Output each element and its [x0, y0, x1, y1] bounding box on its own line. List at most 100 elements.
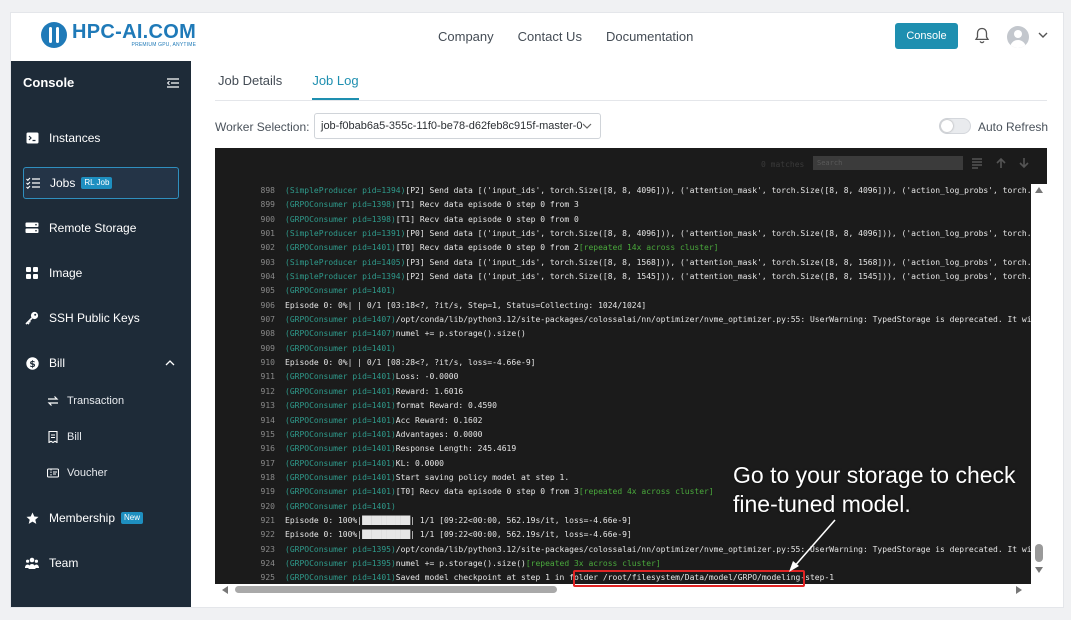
sidebar-item-image[interactable]: Image — [23, 258, 179, 288]
sidebar-item-ssh-public-keys[interactable]: SSH Public Keys — [23, 303, 179, 333]
log-line-number: 920 — [260, 501, 275, 511]
sidebar-item-instances[interactable]: Instances — [23, 123, 179, 153]
log-line-text: Episode 0: 0%| | 0/1 [08:28<?, ?it/s, lo… — [285, 358, 536, 368]
log-search-input[interactable]: Search — [813, 156, 963, 170]
log-line-prefix: (SimpleProducer pid=1405) — [285, 257, 406, 267]
log-line-number: 924 — [260, 558, 275, 568]
log-line-number: 901 — [260, 229, 275, 239]
sidebar-item-bill[interactable]: $ Bill — [23, 348, 179, 378]
logo-tagline: PREMIUM GPU, ANYTIME — [131, 42, 197, 48]
log-line: 904 (SimpleProducer pid=1394) [P2] Send d… — [215, 270, 1047, 284]
auto-refresh-toggle[interactable] — [939, 118, 971, 134]
log-line-number: 909 — [260, 343, 275, 353]
log-line: 909 (GRPOConsumer pid=1401) — [215, 342, 1031, 356]
filter-lines-icon[interactable] — [971, 157, 983, 169]
log-lines: 898 (SimpleProducer pid=1394) [P2] Send d… — [215, 184, 1047, 584]
chevron-down-icon — [582, 123, 592, 129]
log-line-number: 921 — [260, 515, 275, 525]
scroll-left-icon[interactable] — [221, 586, 229, 594]
log-line: 903 (SimpleProducer pid=1405) [P3] Send d… — [215, 256, 1047, 270]
star-icon — [25, 511, 39, 525]
log-line: 923 (GRPOConsumer pid=1395) /opt/conda/li… — [215, 543, 1047, 557]
log-toolbar: 0 matches Search — [215, 148, 1047, 174]
sidebar-title: Console — [23, 75, 75, 90]
log-line-number: 899 — [260, 200, 275, 210]
sidebar-subitem-label: Voucher — [67, 467, 108, 479]
sidebar-item-label: Instances — [49, 131, 101, 145]
tab-job-details[interactable]: Job Details — [218, 73, 282, 100]
sidebar-item-team[interactable]: Team — [23, 548, 179, 578]
sidebar: Console Instances Jobs RL Job Remote Sto… — [11, 61, 191, 607]
log-line-text: [P0] Send data [('input_ids', torch.Size… — [405, 229, 1047, 239]
sidebar-item-membership[interactable]: Membership New — [23, 503, 179, 533]
sidebar-subitem-bill[interactable]: Bill — [47, 425, 82, 449]
sidebar-subitem-voucher[interactable]: Voucher — [46, 461, 108, 485]
voucher-icon — [46, 467, 60, 479]
log-line-prefix: (GRPOConsumer pid=1401) — [285, 343, 396, 353]
log-line-prefix: (SimpleProducer pid=1394) — [285, 186, 406, 195]
log-line-text: [P2] Send data [('input_ids', torch.Size… — [405, 272, 1047, 282]
scroll-right-icon[interactable] — [1015, 586, 1023, 594]
log-line-prefix: (GRPOConsumer pid=1401) — [285, 487, 396, 497]
log-line-number: 907 — [260, 315, 275, 325]
worker-select[interactable]: job-f0bab6a5-355c-11f0-be78-d62feb8c915f… — [314, 113, 601, 139]
log-line-number: 912 — [260, 386, 275, 396]
app-window: HPC-AI.COM PREMIUM GPU, ANYTIME Company … — [10, 12, 1064, 608]
log-line: 898 (SimpleProducer pid=1394) [P2] Send d… — [215, 184, 1047, 198]
log-line-number: 902 — [260, 243, 275, 253]
log-line-number: 913 — [260, 401, 275, 411]
logo[interactable]: HPC-AI.COM PREMIUM GPU, ANYTIME — [41, 22, 196, 48]
arrow-up-icon[interactable] — [995, 157, 1007, 169]
log-line-number: 914 — [260, 415, 275, 425]
log-vertical-scrollbar[interactable] — [1031, 184, 1047, 584]
log-line-number: 922 — [260, 530, 275, 540]
log-line-prefix: (GRPOConsumer pid=1401) — [285, 573, 396, 583]
log-line: 899 (GRPOConsumer pid=1398) [T1] Recv dat… — [215, 198, 1031, 212]
log-line-number: 923 — [260, 544, 275, 554]
nav-contact-us[interactable]: Contact Us — [518, 29, 582, 44]
log-line-number: 911 — [260, 372, 275, 382]
job-tabs: Job Details Job Log — [218, 73, 359, 100]
sidebar-subitem-transaction[interactable]: Transaction — [47, 389, 124, 413]
tab-job-log[interactable]: Job Log — [312, 73, 359, 100]
log-line-text: Acc Reward: 0.1602 — [395, 415, 483, 425]
collapse-menu-icon[interactable] — [167, 77, 179, 88]
log-line-text: Advantages: 0.0000 — [395, 429, 483, 439]
sidebar-item-label: Image — [49, 266, 83, 280]
new-badge: New — [121, 512, 144, 524]
scroll-down-icon[interactable] — [1034, 566, 1044, 574]
chevron-down-icon[interactable] — [1038, 30, 1048, 40]
log-line-prefix: (GRPOConsumer pid=1407) — [285, 315, 396, 325]
sidebar-item-label: Remote Storage — [49, 221, 137, 235]
bell-icon[interactable] — [974, 27, 990, 45]
checkpoint-path-highlight — [573, 570, 805, 587]
log-line-text: [T1] Recv data episode 0 step 0 from 0 — [395, 214, 579, 224]
console-button[interactable]: Console — [895, 23, 958, 49]
log-line-number: 898 — [260, 186, 275, 195]
log-line: 902 (GRPOConsumer pid=1401) [T0] Recv dat… — [215, 241, 1031, 255]
sidebar-item-jobs[interactable]: Jobs RL Job — [23, 167, 179, 199]
sidebar-item-label: Membership — [49, 511, 116, 525]
log-line: 906 Episode 0: 0%| | 0/1 [03:18<?, ?it/s,… — [215, 299, 1031, 313]
nav-documentation[interactable]: Documentation — [606, 29, 693, 44]
arrow-down-icon[interactable] — [1018, 157, 1030, 169]
list-check-icon — [26, 176, 40, 190]
avatar[interactable] — [1007, 26, 1029, 48]
log-line: 910 Episode 0: 0%| | 0/1 [08:28<?, ?it/s,… — [215, 356, 1031, 370]
log-line-repeat-note: [repeated 4x across cluster] — [578, 487, 714, 497]
vertical-scroll-thumb[interactable] — [1035, 544, 1043, 562]
log-line-prefix: (GRPOConsumer pid=1401) — [285, 501, 396, 511]
chevron-up-icon[interactable] — [165, 359, 175, 367]
log-line-prefix: (GRPOConsumer pid=1398) — [285, 200, 396, 210]
scroll-up-icon[interactable] — [1034, 186, 1044, 194]
log-line-repeat-note: [repeated 14x across cluster] — [578, 243, 719, 253]
tab-divider — [215, 100, 1047, 101]
sidebar-item-remote-storage[interactable]: Remote Storage — [23, 213, 179, 243]
nav-company[interactable]: Company — [438, 29, 494, 44]
log-line-number: 900 — [260, 214, 275, 224]
sidebar-subitem-label: Bill — [67, 431, 82, 443]
horizontal-scroll-thumb[interactable] — [235, 586, 557, 593]
log-line-prefix: (GRPOConsumer pid=1398) — [285, 214, 396, 224]
log-line-number: 908 — [260, 329, 275, 339]
log-line-prefix: (GRPOConsumer pid=1401) — [285, 401, 396, 411]
